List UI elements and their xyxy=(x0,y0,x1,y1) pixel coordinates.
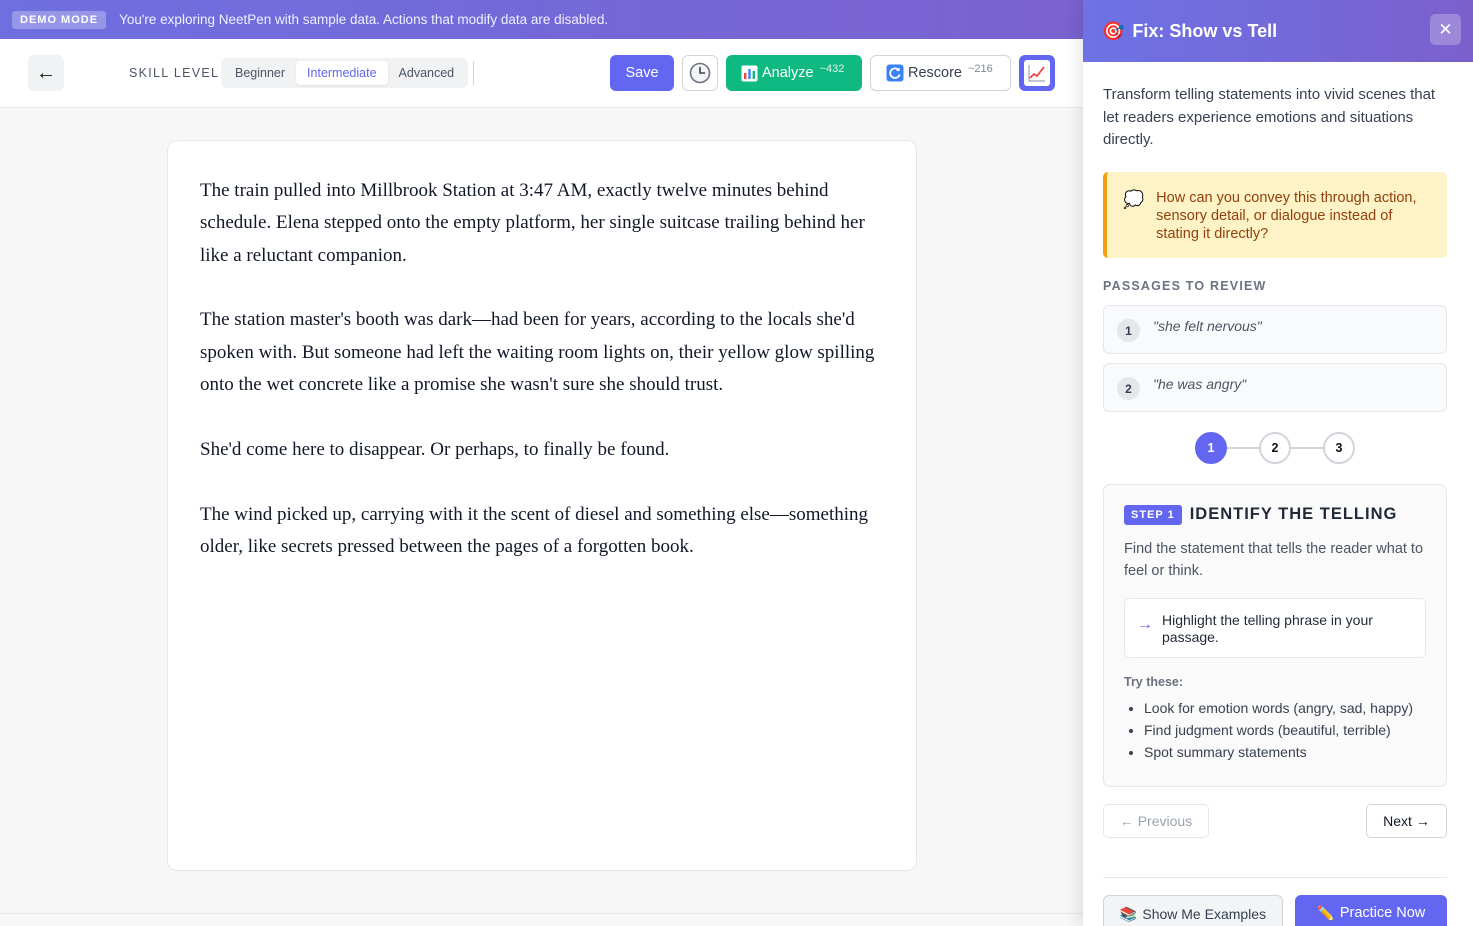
next-button[interactable]: Next → xyxy=(1366,803,1447,838)
step-connector xyxy=(1227,446,1259,449)
refresh-icon xyxy=(886,64,904,82)
tip-item: Spot summary statements xyxy=(1144,741,1426,763)
editor-paragraph[interactable]: The station master's booth was dark—had … xyxy=(200,304,884,401)
rescore-label: Rescore xyxy=(908,65,962,81)
step-progress: 1 2 3 xyxy=(1103,431,1447,464)
save-button[interactable]: Save xyxy=(610,55,674,91)
progress-chart-button[interactable] xyxy=(1019,55,1055,91)
close-icon: ✕ xyxy=(1438,19,1453,39)
editor-paragraph[interactable]: The wind picked up, carrying with it the… xyxy=(200,499,884,564)
step-connector xyxy=(1291,446,1323,449)
editor-paragraph[interactable]: The train pulled into Millbrook Station … xyxy=(200,175,884,272)
editor-document[interactable]: The train pulled into Millbrook Station … xyxy=(167,140,917,871)
step-title: IDENTIFY THE TELLING xyxy=(1189,505,1398,523)
skill-option-advanced[interactable]: Advanced xyxy=(388,61,466,85)
tips-list: Look for emotion words (angry, sad, happ… xyxy=(1124,697,1426,763)
rescore-cost: ~216 xyxy=(968,63,993,75)
analyze-button[interactable]: Analyze ~432 xyxy=(726,55,862,91)
tip-item: Find judgment words (beautiful, terrible… xyxy=(1144,719,1426,741)
analyze-label: Analyze xyxy=(762,65,814,81)
hint-text: How can you convey this through action, … xyxy=(1156,189,1417,242)
step-action: → Highlight the telling phrase in your p… xyxy=(1124,597,1426,658)
passage-text: "she felt nervous" xyxy=(1153,318,1262,334)
trend-chart-icon xyxy=(1024,60,1050,86)
show-examples-label: Show Me Examples xyxy=(1142,906,1267,922)
history-button[interactable] xyxy=(682,55,718,91)
back-arrow-icon: ← xyxy=(36,61,56,84)
passage-number: 2 xyxy=(1117,377,1140,400)
panel-title: Fix: Show vs Tell xyxy=(1132,20,1278,41)
skill-level-label: SKILL LEVEL xyxy=(129,66,220,80)
demo-banner-message: You're exploring NeetPen with sample dat… xyxy=(119,12,609,27)
skill-level-selector: Beginner Intermediate Advanced xyxy=(221,58,469,88)
close-panel-button[interactable]: ✕ xyxy=(1430,14,1461,45)
back-button[interactable]: ← xyxy=(28,55,64,91)
rescore-button[interactable]: Rescore ~216 xyxy=(870,55,1011,91)
passages-label: PASSAGES TO REVIEW xyxy=(1103,278,1267,293)
try-these-label: Try these: xyxy=(1124,674,1184,689)
tip-item: Look for emotion words (angry, sad, happ… xyxy=(1144,697,1426,719)
clock-icon xyxy=(689,62,711,84)
step-action-text: Highlight the telling phrase in your pas… xyxy=(1162,611,1373,645)
analyze-cost: ~432 xyxy=(819,63,845,75)
editor-toolbar: ← SKILL LEVEL Beginner Intermediate Adva… xyxy=(0,39,1083,108)
practice-now-label: Practice Now xyxy=(1339,905,1426,921)
editor-footer-divider xyxy=(0,913,1083,914)
step-navigation: ← Previous Next → xyxy=(1103,803,1447,838)
step-badge: STEP 1 xyxy=(1124,504,1182,525)
panel-description: Transform telling statements into vivid … xyxy=(1103,86,1436,148)
practice-now-button[interactable]: ✏️ Practice Now xyxy=(1295,895,1447,926)
bar-chart-icon xyxy=(741,65,758,81)
editor-paragraph[interactable]: She'd come here to disappear. Or perhaps… xyxy=(200,434,884,466)
passage-item[interactable]: 1 "she felt nervous" xyxy=(1103,304,1447,354)
panel-header: 🎯 Fix: Show vs Tell ✕ xyxy=(1083,0,1473,62)
passage-item[interactable]: 2 "he was angry" xyxy=(1103,362,1447,412)
toolbar-divider xyxy=(473,61,474,85)
passage-number: 1 xyxy=(1117,319,1140,342)
step-description: Find the statement that tells the reader… xyxy=(1124,540,1424,579)
step-indicator-1[interactable]: 1 xyxy=(1195,431,1227,464)
step-indicator-2[interactable]: 2 xyxy=(1259,431,1291,464)
previous-button[interactable]: ← Previous xyxy=(1103,803,1209,838)
step-indicator-3[interactable]: 3 xyxy=(1323,431,1355,464)
arrow-right-icon: → xyxy=(1137,615,1153,633)
show-examples-button[interactable]: 📚 Show Me Examples xyxy=(1103,895,1283,926)
demo-mode-badge: DEMO MODE xyxy=(12,10,107,29)
target-icon: 🎯 xyxy=(1102,20,1125,41)
demo-banner: DEMO MODE You're exploring NeetPen with … xyxy=(0,0,1083,39)
thought-bubble-icon: 💭 xyxy=(1123,189,1145,209)
books-icon: 📚 xyxy=(1119,906,1138,922)
pencil-icon: ✏️ xyxy=(1316,906,1335,922)
fix-panel: 🎯 Fix: Show vs Tell ✕ Transform telling … xyxy=(1083,0,1473,926)
skill-option-beginner[interactable]: Beginner xyxy=(224,61,296,85)
step-card: STEP 1 IDENTIFY THE TELLING Find the sta… xyxy=(1103,483,1447,787)
skill-option-intermediate[interactable]: Intermediate xyxy=(296,61,388,85)
passage-text: "he was angry" xyxy=(1153,376,1247,392)
panel-footer-divider xyxy=(1103,877,1447,878)
hint-box: 💭 How can you convey this through action… xyxy=(1103,171,1447,258)
